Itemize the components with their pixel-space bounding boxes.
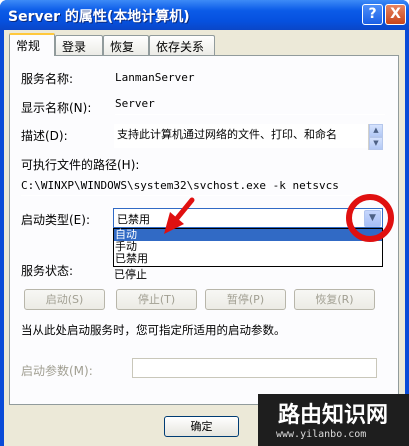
site-watermark: 路由知识网 www.yilanbo.com <box>258 394 409 446</box>
annotation-overlay <box>164 194 394 242</box>
watermark-title: 路由知识网 <box>278 403 389 428</box>
watermark-url: www.yilanbo.com <box>276 429 367 440</box>
pointer-arrow-icon <box>164 197 195 234</box>
tab-general[interactable]: 常规 <box>9 33 55 56</box>
highlight-circle <box>346 194 394 242</box>
